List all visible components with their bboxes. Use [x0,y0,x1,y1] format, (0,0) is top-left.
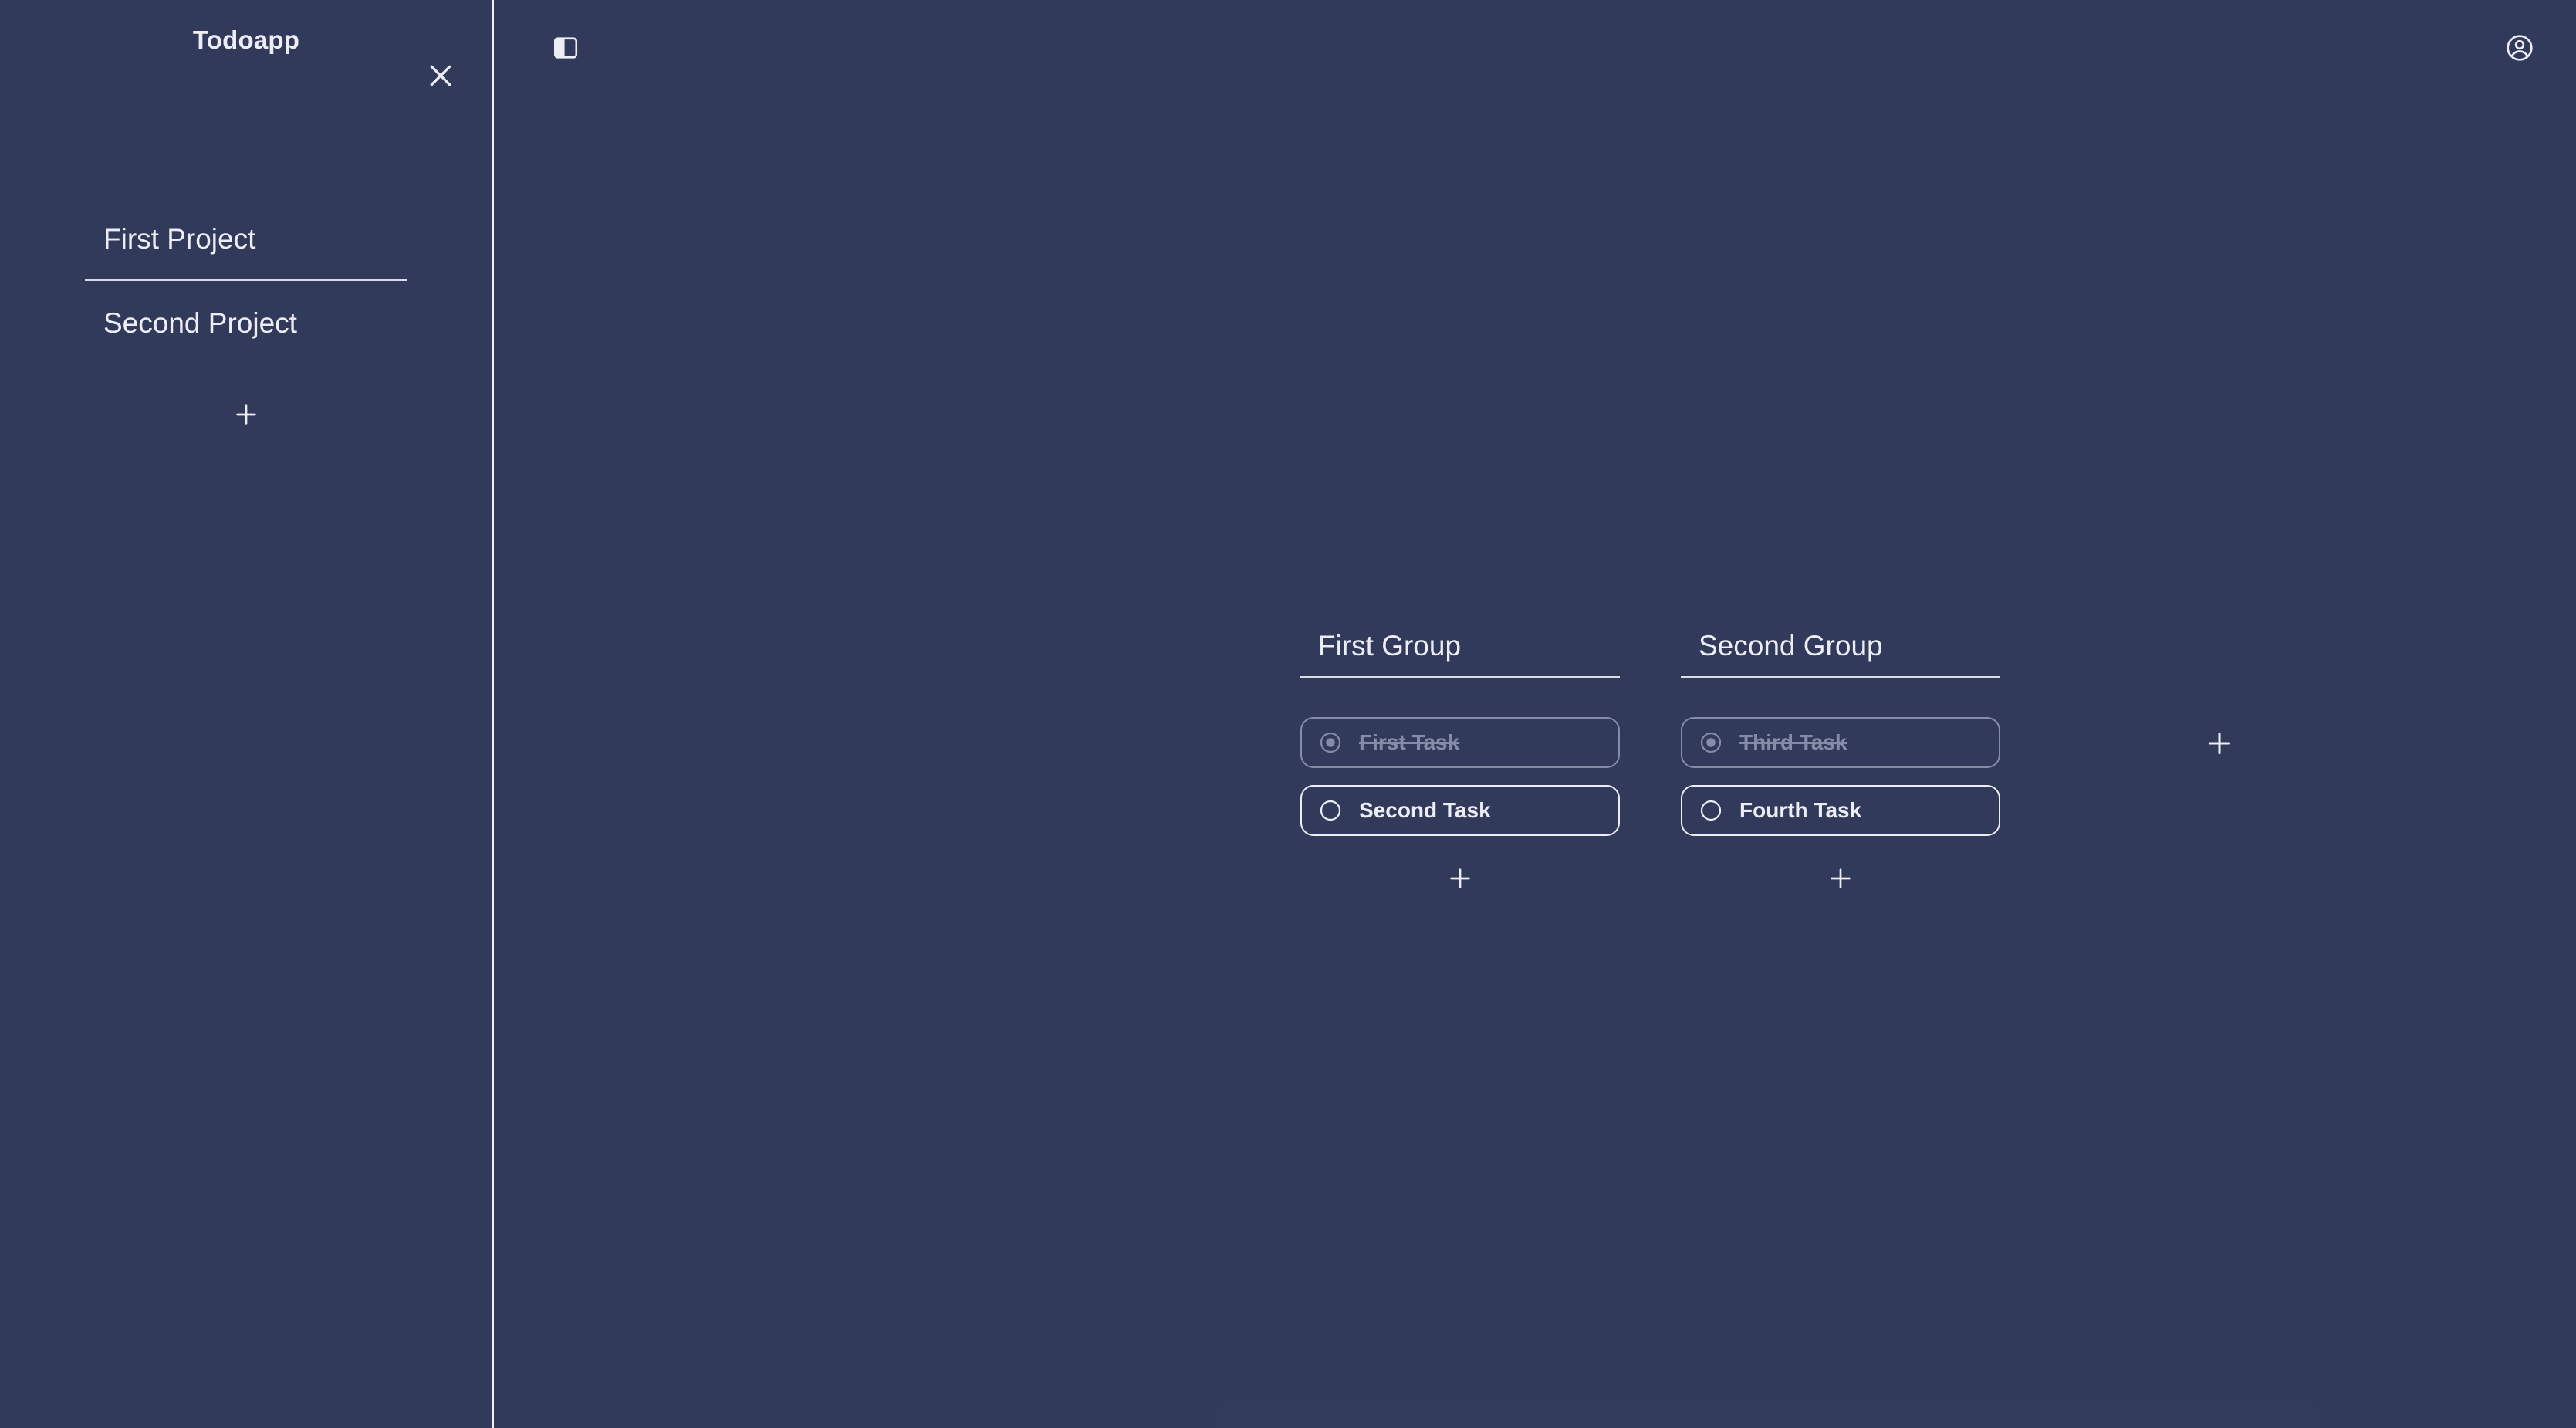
sidebar: Todoapp First Project Second Project [0,0,494,1428]
task-list: Third Task Fourth Task [1681,717,2000,836]
task-card[interactable]: Second Task [1300,785,1620,836]
task-label: First Task [1359,730,1460,754]
group-first-group: First Group First Task Second Task [1300,614,1620,907]
top-bar [494,0,2576,96]
bottom-drawer-peek [1212,1396,2323,1428]
plus-icon [1447,865,1473,895]
main-content: First Group First Task Second Task Secon… [494,0,2576,1428]
board: First Group First Task Second Task Secon… [494,96,2576,1428]
close-icon [425,60,456,91]
radio-checked-icon[interactable] [1319,731,1342,754]
add-task-button[interactable] [1814,853,1868,907]
close-sidebar-button[interactable] [421,56,461,96]
radio-unchecked-icon[interactable] [1699,799,1722,822]
group-title: Second Group [1699,629,1883,662]
plus-icon [1827,865,1854,895]
group-header[interactable]: Second Group [1681,614,2000,678]
task-card[interactable]: Fourth Task [1681,785,2000,836]
add-project-button[interactable] [219,389,273,443]
project-label: First Project [103,222,256,255]
add-task-button[interactable] [1433,853,1487,907]
group-list: First Group First Task Second Task Secon… [1300,614,2000,907]
app-root: Todoapp First Project Second Project Fir… [0,0,2576,1428]
task-label: Fourth Task [1739,798,1862,822]
sidebar-item-second-project[interactable]: Second Project [85,281,407,364]
toggle-sidebar-button[interactable] [542,24,590,72]
sidebar-title: Todoapp [192,25,300,54]
task-label: Second Task [1359,798,1491,822]
radio-checked-icon[interactable] [1699,731,1722,754]
task-card[interactable]: First Task [1300,717,1620,768]
project-label: Second Project [103,306,297,339]
sidebar-item-first-project[interactable]: First Project [85,198,407,281]
group-header[interactable]: First Group [1300,614,1620,678]
radio-unchecked-icon[interactable] [1319,799,1342,822]
project-list: First Project Second Project [0,198,492,443]
add-group-button[interactable] [2192,718,2246,772]
task-card[interactable]: Third Task [1681,717,2000,768]
group-second-group: Second Group Third Task Fourth Task [1681,614,2000,907]
group-title: First Group [1318,629,1462,662]
plus-icon [233,401,259,431]
task-list: First Task Second Task [1300,717,1620,836]
plus-icon [2205,729,2234,762]
sidebar-panel-icon [553,35,579,61]
account-circle-icon [2504,32,2535,63]
task-label: Third Task [1739,730,1847,754]
account-button[interactable] [2496,24,2544,72]
